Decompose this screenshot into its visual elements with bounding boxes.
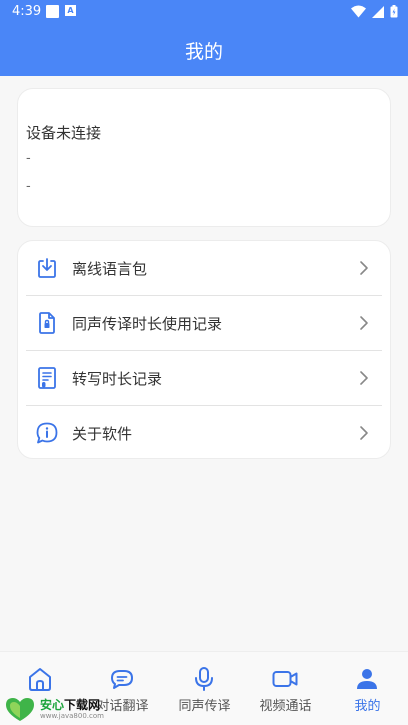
app-bar: 我的 — [0, 24, 408, 76]
status-notification-icons: A — [46, 5, 76, 18]
device-info-line: - — [26, 151, 31, 166]
a-notification-icon: A — [65, 5, 76, 16]
nav-item-simultaneous-interpretation[interactable]: 同声传译 — [164, 652, 245, 725]
menu-item-offline-language-pack[interactable]: 离线语言包 — [26, 241, 382, 296]
nav-label: 同声传译 — [178, 699, 231, 714]
chevron-right-icon — [360, 316, 368, 330]
nav-label: 视频通话 — [259, 699, 312, 714]
menu-card: 离线语言包 同声传译时长使用记录 转写时长记录 关于软件 — [17, 240, 391, 459]
info-chat-icon — [36, 422, 58, 444]
microphone-icon — [195, 667, 213, 691]
menu-item-label: 同声传译时长使用记录 — [72, 315, 223, 333]
wifi-icon — [351, 5, 366, 18]
nav-label: 我的 — [354, 699, 381, 714]
person-icon — [357, 669, 377, 689]
chevron-right-icon — [360, 261, 368, 275]
home-icon — [29, 668, 51, 691]
menu-item-label: 关于软件 — [72, 425, 133, 443]
download-icon — [38, 258, 56, 278]
square-notification-icon — [46, 5, 59, 18]
device-info-line: - — [26, 179, 31, 194]
device-card: 设备未连接 - - — [17, 88, 391, 227]
status-system-icons — [351, 5, 398, 18]
chat-icon — [111, 670, 133, 689]
video-icon — [272, 671, 298, 687]
page-title: 我的 — [184, 41, 223, 63]
watermark-logo-icon — [6, 698, 34, 721]
menu-item-transcription-record[interactable]: 转写时长记录 — [26, 351, 382, 406]
nav-item-mine[interactable]: 我的 — [327, 652, 408, 725]
watermark-title: 安心下载网 — [40, 698, 101, 712]
status-time: 4:39 — [12, 4, 42, 19]
menu-item-about[interactable]: 关于软件 — [26, 406, 382, 461]
watermark: 安心下载网 www.java800.com — [4, 695, 116, 723]
nav-item-video-call[interactable]: 视频通话 — [245, 652, 326, 725]
watermark-url: www.java800.com — [40, 712, 104, 720]
document-lock-icon — [39, 312, 55, 334]
transcript-icon — [38, 367, 56, 389]
menu-item-interpretation-usage-record[interactable]: 同声传译时长使用记录 — [26, 296, 382, 351]
menu-item-label: 转写时长记录 — [72, 370, 163, 388]
menu-item-label: 离线语言包 — [72, 260, 148, 278]
status-bar: 4:39 A — [0, 0, 408, 24]
chevron-right-icon — [360, 371, 368, 385]
chevron-right-icon — [360, 426, 368, 440]
device-status-text: 设备未连接 — [26, 124, 102, 142]
signal-icon — [372, 5, 384, 18]
battery-icon — [390, 5, 398, 18]
